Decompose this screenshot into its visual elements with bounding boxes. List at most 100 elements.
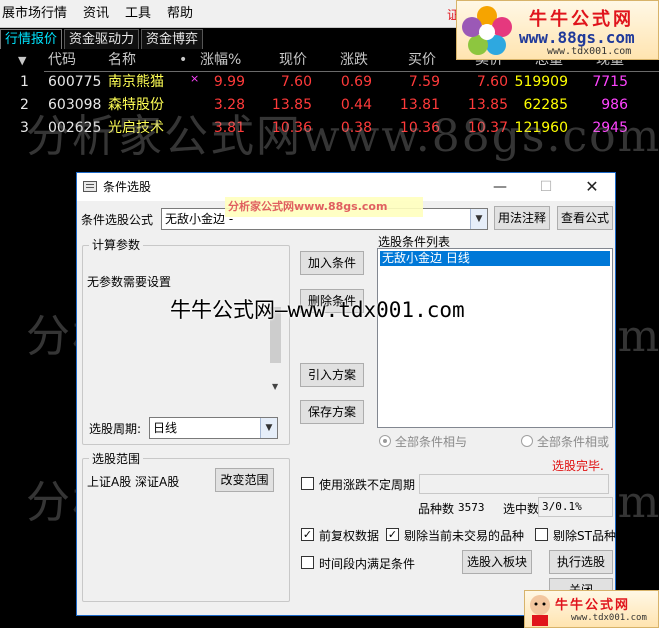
dialog-app-icon xyxy=(83,181,97,192)
header-bid[interactable]: 买价 xyxy=(408,50,436,71)
menu-market[interactable]: 展市场行情 xyxy=(0,0,75,28)
exclude-st-label: 剔除ST品种 xyxy=(553,529,616,543)
or-radio-label: 全部条件相或 xyxy=(537,435,610,449)
cell-code: 600775 xyxy=(48,74,102,90)
save-plan-button[interactable]: 保存方案 xyxy=(300,400,364,424)
and-radio[interactable] xyxy=(379,435,391,447)
scroll-down-icon[interactable]: ▼ xyxy=(272,382,278,391)
selected-label: 选中数 xyxy=(503,502,540,516)
formula-select-value: 无敌小金边 - xyxy=(165,212,234,226)
mascot-icon xyxy=(530,595,550,626)
params-scrollbar[interactable]: ▼ xyxy=(267,267,284,393)
site-logo-bottom: 牛牛公式网 www.tdx001.com xyxy=(524,590,659,628)
cell-price: 7.60 xyxy=(280,74,312,90)
calc-params-title: 计算参数 xyxy=(89,238,144,252)
header-name[interactable]: 名称 xyxy=(108,50,136,71)
close-icon[interactable]: ✕ xyxy=(569,173,615,201)
exclude-st-checkbox[interactable] xyxy=(535,528,548,541)
change-range-button[interactable]: 改变范围 xyxy=(215,468,274,492)
cell-idx: 2 xyxy=(20,97,29,113)
table-row[interactable]: 3 002625 光启技术 3.81 10.36 0.38 10.36 10.37 121960… xyxy=(0,117,659,139)
cell-ask: 7.60 xyxy=(476,74,508,90)
header-price[interactable]: 现价 xyxy=(279,50,307,71)
variable-period-field[interactable] xyxy=(419,474,609,494)
sort-marker-icon[interactable]: ▼ xyxy=(18,50,26,71)
cell-change-pct: 3.81 xyxy=(213,120,245,136)
add-condition-button[interactable]: 加入条件 xyxy=(300,251,364,275)
range-title: 选股范围 xyxy=(89,452,144,466)
condition-list-item[interactable]: 无敌小金边 日线 xyxy=(380,251,610,266)
usage-notes-button[interactable]: 用法注释 xyxy=(494,206,550,230)
period-select-value: 日线 xyxy=(153,421,178,435)
cell-mark xyxy=(190,94,200,116)
tab-fund-drive[interactable]: 资金驱动力 xyxy=(64,29,140,49)
tab-quotes[interactable]: 行情报价 xyxy=(0,29,63,49)
cell-idx: 1 xyxy=(20,74,29,90)
pre-adjust-checkbox[interactable]: ✓ xyxy=(301,528,314,541)
stock-screener-dialog: 条件选股 — ☐ ✕ 条件选股公式 无敌小金边 - ▼ 分析家公式网www.88… xyxy=(76,172,616,616)
header-change-pct[interactable]: 涨幅% xyxy=(200,50,241,71)
or-radio[interactable] xyxy=(521,435,533,447)
cell-name: 南京熊猫 xyxy=(108,74,164,90)
cell-now-vol: 986 xyxy=(601,97,628,113)
cell-price: 10.36 xyxy=(271,120,312,136)
period-select[interactable]: 日线 ▼ xyxy=(149,417,278,439)
cell-ask: 13.85 xyxy=(467,97,508,113)
menu-news[interactable]: 资讯 xyxy=(75,0,117,28)
cell-code: 002625 xyxy=(48,120,102,136)
execute-button[interactable]: 执行选股 xyxy=(549,550,613,574)
cell-change: 0.44 xyxy=(340,97,372,113)
exclude-untraded-checkbox[interactable]: ✓ xyxy=(386,528,399,541)
time-period-label: 时间段内满足条件 xyxy=(319,557,416,571)
header-code[interactable]: 代码 xyxy=(48,50,76,71)
minimize-icon[interactable]: — xyxy=(477,173,523,201)
add-to-board-button[interactable]: 选股入板块 xyxy=(462,550,532,574)
exclude-untraded-label: 剔除当前未交易的品种 xyxy=(404,529,525,543)
variable-period-checkbox[interactable] xyxy=(301,477,314,490)
table-row[interactable]: 2 603098 森特股份 3.28 13.85 0.44 13.81 13.85 62285 9… xyxy=(0,94,659,116)
header-change[interactable]: 涨跌 xyxy=(340,50,368,71)
logo-bottom-site: www.tdx001.com xyxy=(571,613,647,623)
formula-label: 条件选股公式 xyxy=(81,213,154,227)
variable-period-label: 使用涨跌不定周期 xyxy=(319,478,416,492)
import-plan-button[interactable]: 引入方案 xyxy=(300,363,364,387)
view-formula-button[interactable]: 查看公式 xyxy=(557,206,613,230)
menu-tools[interactable]: 工具 xyxy=(117,0,159,28)
cell-bid: 13.81 xyxy=(399,97,440,113)
cell-name: 森特股份 xyxy=(108,97,164,113)
selected-value-field: 3/0.1% xyxy=(538,497,613,517)
cell-price: 13.85 xyxy=(271,97,312,113)
cell-change: 0.38 xyxy=(340,120,372,136)
header-mark[interactable]: • xyxy=(179,50,187,71)
condition-list[interactable]: 无敌小金边 日线 xyxy=(377,248,613,428)
logo-site-tdx001: www.tdx001.com xyxy=(547,46,632,57)
flower-logo-icon xyxy=(462,6,512,55)
cell-change-pct: 9.99 xyxy=(213,74,245,90)
time-period-checkbox[interactable] xyxy=(301,556,314,569)
cell-ask: 10.37 xyxy=(467,120,508,136)
and-radio-label: 全部条件相与 xyxy=(395,435,468,449)
chevron-down-icon[interactable]: ▼ xyxy=(470,209,487,229)
cell-name: 光启技术 xyxy=(108,120,164,136)
dialog-watermark: 分析家公式网www.88gs.com xyxy=(225,197,423,217)
maximize-icon[interactable]: ☐ xyxy=(523,173,569,201)
cell-change: 0.69 xyxy=(340,74,372,90)
count-label: 品种数 xyxy=(418,502,455,516)
period-label: 选股周期: xyxy=(89,422,142,436)
selected-value: 3/0.1% xyxy=(542,500,582,513)
cell-volume: 121960 xyxy=(514,120,568,136)
no-params-text: 无参数需要设置 xyxy=(87,275,172,289)
table-row[interactable]: 1 600775 南京熊猫 × 9.99 7.60 0.69 7.59 7.60 519909 77… xyxy=(0,71,659,93)
watermark-tdx001: 牛牛公式网—www.tdx001.com xyxy=(170,298,465,322)
cell-mark xyxy=(190,117,200,139)
dialog-title: 条件选股 xyxy=(103,180,152,194)
site-logo-top: 牛牛公式网 www.88gs.com www.tdx001.com xyxy=(456,0,659,60)
tab-fund-game[interactable]: 资金博弈 xyxy=(141,29,204,49)
cell-bid: 7.59 xyxy=(408,74,440,90)
cell-bid: 10.36 xyxy=(399,120,440,136)
cell-code: 603098 xyxy=(48,97,102,113)
cell-now-vol: 7715 xyxy=(592,74,628,90)
status-text: 选股完毕. xyxy=(552,459,604,473)
chevron-down-icon[interactable]: ▼ xyxy=(260,418,277,438)
menu-help[interactable]: 帮助 xyxy=(159,0,201,28)
